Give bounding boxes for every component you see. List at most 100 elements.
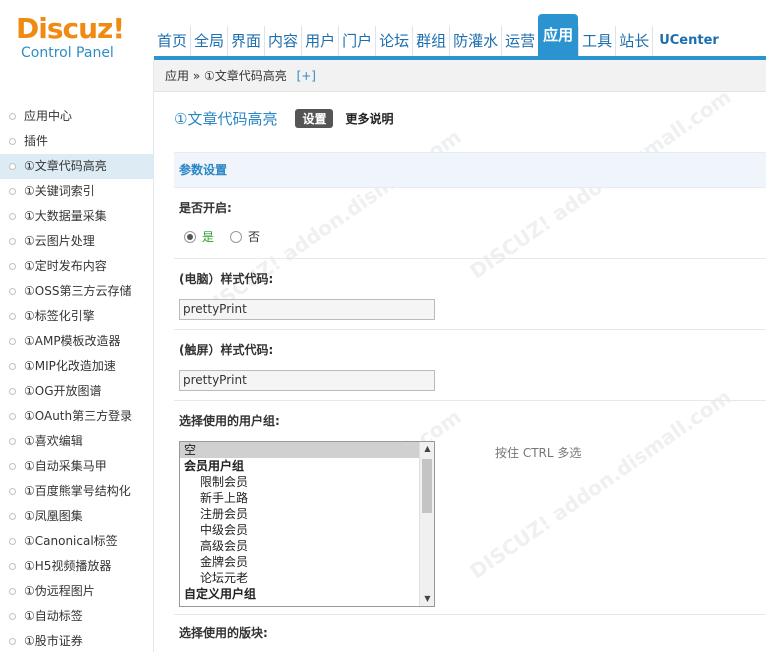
tab-more-info[interactable]: 更多说明: [345, 110, 393, 127]
bullet-icon: [9, 513, 16, 520]
header: Discuz! Control Panel 首页 全局 界面 内容 用户 门户 论坛 群组 防灌…: [0, 0, 766, 61]
sidebar-item[interactable]: ①关键词索引: [0, 179, 153, 204]
tab-settings[interactable]: 设置: [295, 108, 334, 128]
enable-no-radio[interactable]: [230, 230, 243, 243]
pc-style-input[interactable]: prettyPrint: [179, 299, 435, 320]
sidebar-item[interactable]: ①云图片处理: [0, 229, 153, 254]
enable-yes-label[interactable]: 是: [202, 228, 214, 245]
nav-item-13[interactable]: UCenter: [652, 26, 722, 56]
sidebar-item[interactable]: ①自动标签: [0, 604, 153, 629]
divider: [174, 614, 766, 615]
usergroup-option[interactable]: 自定义用户组: [180, 586, 434, 602]
breadcrumb-add-shortcut[interactable]: [+]: [297, 69, 316, 83]
sidebar-item-label: 应用中心: [24, 109, 73, 123]
bullet-icon: [9, 163, 16, 170]
sidebar-item-label: ①股市证券: [24, 634, 83, 648]
sidebar-item[interactable]: ①OG开放图谱: [0, 379, 153, 404]
sidebar-item-label: ①云图片处理: [24, 234, 95, 248]
divider: [174, 329, 766, 330]
usergroup-option[interactable]: 注册会员: [180, 506, 434, 522]
nav-item-3[interactable]: 内容: [264, 26, 301, 56]
sidebar-item[interactable]: ①OAuth第三方登录: [0, 404, 153, 429]
sidebar-item[interactable]: ①文章代码高亮: [0, 154, 153, 179]
sidebar-item[interactable]: ①MIP化改造加速: [0, 354, 153, 379]
sidebar-item[interactable]: ①大数据量采集: [0, 204, 153, 229]
sidebar-item[interactable]: ①定时发布内容: [0, 254, 153, 279]
usergroup-option[interactable]: 论坛元老: [180, 570, 434, 586]
section-title: 参数设置: [174, 152, 766, 188]
sidebar-item-label: 插件: [24, 134, 49, 148]
sidebar-item[interactable]: ①Canonical标签: [0, 529, 153, 554]
usergroup-option[interactable]: 空: [180, 442, 434, 458]
nav-item-10[interactable]: 应用: [538, 14, 579, 56]
sidebar-item-label: ①百度熊掌号结构化: [24, 484, 131, 498]
usergroup-option[interactable]: 金牌会员: [180, 554, 434, 570]
nav-item-6[interactable]: 论坛: [375, 26, 412, 56]
sidebar-item[interactable]: ①AMP模板改造器: [0, 329, 153, 354]
bullet-icon: [9, 113, 16, 120]
sidebar-item[interactable]: ①股市证券: [0, 629, 153, 652]
main-content: DISCUZ! addon.dismall.com DISCUZ! addon.…: [154, 84, 766, 652]
bullet-icon: [9, 563, 16, 570]
usergroup-listbox[interactable]: 空会员用户组 限制会员 新手上路 注册会员 中级会员 高级会员 金牌会员 论坛元老 自定义用户组…: [179, 441, 435, 607]
scroll-down-icon[interactable]: ▼: [420, 592, 434, 606]
sidebar-list: 应用中心插件 ①文章代码高亮 ①关键词索引 ①大数据量采集 ①云图片处理 ①定时发布内容 ①…: [0, 60, 153, 652]
sidebar-item[interactable]: 应用中心: [0, 104, 153, 129]
divider: [174, 400, 766, 401]
sidebar-item-label: ①自动标签: [24, 609, 83, 623]
watermark: DISCUZ! addon.dismall.com: [465, 384, 736, 584]
usergroup-option[interactable]: 中级会员: [180, 522, 434, 538]
sidebar-item-label: ①自动采集马甲: [24, 459, 107, 473]
bullet-icon: [9, 613, 16, 620]
bullet-icon: [9, 263, 16, 270]
sidebar-item-label: ①伪远程图片: [24, 584, 95, 598]
sidebar-item[interactable]: ①H5视频播放器: [0, 554, 153, 579]
enable-no-label[interactable]: 否: [248, 228, 260, 245]
usergroup-option[interactable]: 会员用户组: [180, 458, 434, 474]
scroll-thumb[interactable]: [422, 459, 432, 513]
nav-item-9[interactable]: 运营: [501, 26, 538, 56]
sidebar-item-label: ①OAuth第三方登录: [24, 409, 133, 423]
bullet-icon: [9, 463, 16, 470]
nav-item-8[interactable]: 防灌水: [449, 26, 501, 56]
usergroup-label: 选择使用的用户组:: [179, 414, 280, 428]
sidebar-item[interactable]: 插件: [0, 129, 153, 154]
sidebar-item[interactable]: ①凤凰图集: [0, 504, 153, 529]
nav-item-0[interactable]: 首页: [154, 26, 190, 56]
nav-item-12[interactable]: 站长: [615, 26, 652, 56]
nav-item-5[interactable]: 门户: [338, 26, 375, 56]
page-header: ①文章代码高亮 设置 更多说明: [174, 108, 393, 128]
bullet-icon: [9, 438, 16, 445]
usergroup-option[interactable]: 高级会员: [180, 538, 434, 554]
bullet-icon: [9, 588, 16, 595]
sidebar-item[interactable]: ①喜欢编辑: [0, 429, 153, 454]
nav-item-1[interactable]: 全局: [190, 26, 227, 56]
listbox-scrollbar[interactable]: ▲ ▼: [419, 442, 434, 606]
sidebar-item[interactable]: ①伪远程图片: [0, 579, 153, 604]
usergroup-hint: 按住 CTRL 多选: [495, 446, 582, 460]
nav-item-2[interactable]: 界面: [227, 26, 264, 56]
sidebar-item[interactable]: ①OSS第三方云存储: [0, 279, 153, 304]
sidebar-item-label: ①定时发布内容: [24, 259, 107, 273]
enable-yes-radio[interactable]: [184, 230, 196, 243]
scroll-up-icon[interactable]: ▲: [420, 442, 434, 456]
bullet-icon: [9, 288, 16, 295]
usergroup-option[interactable]: 限制会员: [180, 474, 434, 490]
bullet-icon: [9, 138, 16, 145]
nav-item-7[interactable]: 群组: [412, 26, 449, 56]
bullet-icon: [9, 538, 16, 545]
sidebar-item[interactable]: ①自动采集马甲: [0, 454, 153, 479]
touch-style-input[interactable]: prettyPrint: [179, 370, 435, 391]
bullet-icon: [9, 388, 16, 395]
pc-style-label: (电脑）样式代码:: [179, 272, 274, 286]
nav-item-11[interactable]: 工具: [578, 26, 615, 56]
sidebar-item-label: ①AMP模板改造器: [24, 334, 121, 348]
bullet-icon: [9, 638, 16, 645]
sidebar-item[interactable]: ①标签化引擎: [0, 304, 153, 329]
bullet-icon: [9, 338, 16, 345]
usergroup-option[interactable]: 新手上路: [180, 490, 434, 506]
nav-item-4[interactable]: 用户: [301, 26, 338, 56]
enable-label: 是否开启:: [179, 201, 232, 215]
sidebar-item[interactable]: ①百度熊掌号结构化: [0, 479, 153, 504]
breadcrumb-path[interactable]: 应用 » ①文章代码高亮: [165, 69, 287, 83]
